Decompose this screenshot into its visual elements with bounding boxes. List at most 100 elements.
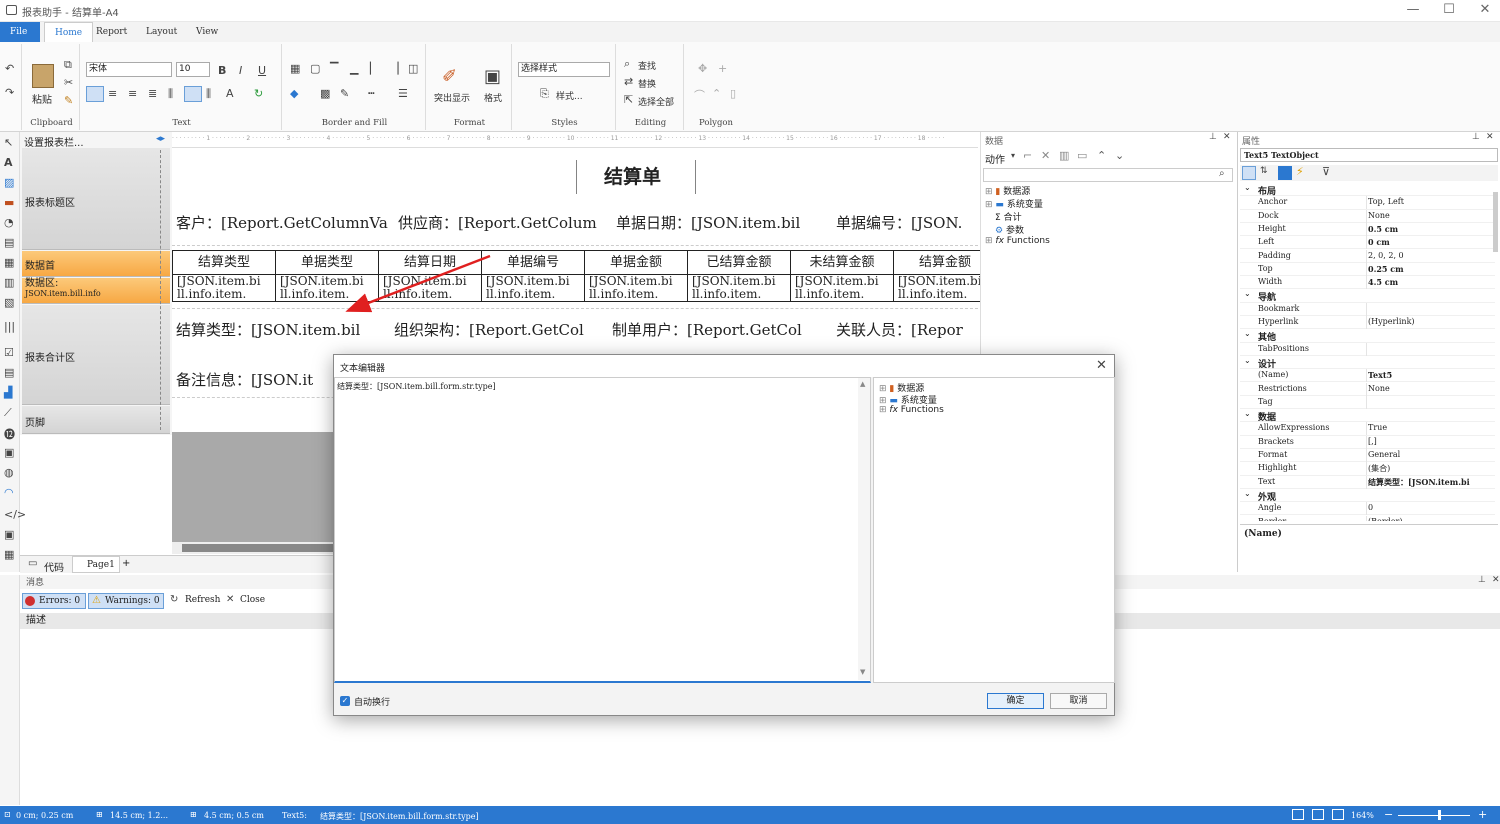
paste-icon[interactable] — [32, 64, 54, 88]
line-style-icon[interactable]: ┅ — [368, 87, 375, 100]
property-row[interactable]: Height 0.5 cm — [1240, 222, 1495, 237]
view-icon[interactable]: ▭ — [1077, 149, 1087, 162]
customer-field[interactable]: 客户：[Report.GetColumnVa — [176, 212, 392, 233]
table-data-cell[interactable]: [JSON.item.bi ll.info.item. — [172, 274, 276, 302]
property-row[interactable]: Width 4.5 cm — [1240, 276, 1495, 290]
property-category[interactable]: ⌄ 其他 — [1240, 329, 1495, 343]
property-value[interactable]: General — [1368, 450, 1492, 459]
style-select[interactable]: 选择样式 — [518, 62, 610, 77]
property-row[interactable]: Restrictions None — [1240, 382, 1495, 396]
expand-icon[interactable]: ⊞ — [985, 200, 993, 210]
property-value[interactable]: 0 — [1368, 503, 1492, 512]
property-row[interactable]: TabPositions — [1240, 342, 1495, 356]
expand-icon[interactable]: ⊞ — [985, 187, 993, 197]
border-right-icon[interactable]: ▕ — [390, 62, 398, 75]
line-color-icon[interactable]: ✎ — [340, 87, 349, 100]
property-scrollbar[interactable] — [1493, 192, 1498, 252]
fill-pattern-icon[interactable]: ▩ — [320, 87, 330, 100]
property-value[interactable]: (Border) — [1368, 517, 1492, 522]
property-value[interactable]: 4.5 cm — [1368, 277, 1492, 287]
table-header-cell[interactable]: 结算类型 — [172, 250, 276, 275]
chart-tool-icon[interactable]: ▟ — [4, 386, 12, 399]
expand-icon[interactable]: ⊞ — [985, 236, 993, 246]
props-pin-icon[interactable]: ⊥ — [1472, 132, 1480, 142]
data-close-icon[interactable]: ✕ — [1223, 132, 1231, 142]
band-collapse-icon[interactable]: ◂▸ — [156, 134, 165, 144]
search-icon[interactable]: ⌕ — [1219, 168, 1225, 179]
curve-icon[interactable]: ⌒ — [694, 87, 705, 103]
bold-button[interactable]: B — [218, 64, 226, 77]
property-row[interactable]: Left 0 cm — [1240, 236, 1495, 250]
picture-tool-icon[interactable]: ▨ — [4, 176, 14, 189]
org-field[interactable]: 组织架构：[Report.GetCol — [394, 319, 606, 340]
minimize-button[interactable]: — — [1398, 2, 1428, 17]
props-close-icon[interactable]: ✕ — [1486, 132, 1494, 142]
line-width-icon[interactable]: ☰ — [398, 87, 408, 100]
scrollbar-thumb[interactable] — [182, 544, 342, 552]
scroll-down-icon[interactable]: ▼ — [860, 668, 865, 676]
find-button[interactable]: 查找 — [638, 59, 656, 72]
highlight-button[interactable]: 突出显示 — [434, 91, 470, 104]
valign-bottom-icon[interactable]: ⫼ — [206, 87, 211, 101]
move-down-icon[interactable]: ⌄ — [1115, 149, 1124, 162]
table-tool-icon[interactable]: ▦ — [4, 256, 14, 269]
expression-editor[interactable]: 结算类型：[JSON.item.bill.form.str.type] ▲ ▼ — [334, 377, 871, 683]
select-all-icon[interactable]: ⇱ — [624, 93, 633, 106]
property-row[interactable]: Anchor Top, Left — [1240, 196, 1495, 210]
property-value[interactable]: 2, 0, 2, 0 — [1368, 251, 1492, 260]
size-select[interactable]: 10 — [176, 62, 210, 77]
property-value[interactable]: None — [1368, 211, 1492, 220]
bill-date-field[interactable]: 单据日期：[JSON.item.bil — [616, 212, 832, 233]
replace-button[interactable]: 替换 — [638, 77, 656, 90]
valign-top-icon[interactable]: ⫼ — [168, 87, 173, 101]
delete-icon[interactable]: ✕ — [1041, 149, 1050, 162]
property-row[interactable]: Format General — [1240, 449, 1495, 463]
cut-icon[interactable]: ✂ — [64, 76, 73, 89]
move-up-icon[interactable]: ⌃ — [1097, 149, 1106, 162]
action-menu[interactable]: 动作 — [985, 151, 1005, 166]
html-tool-icon[interactable]: </> — [4, 508, 26, 521]
creator-field[interactable]: 制单用户：[Report.GetCol — [612, 319, 832, 340]
dialog-close-icon[interactable]: ✕ — [1096, 358, 1107, 373]
property-row[interactable]: Border (Border) — [1240, 515, 1495, 522]
cancel-button[interactable]: 取消 — [1050, 693, 1107, 709]
table-header-cell[interactable]: 已结算金额 — [687, 250, 791, 275]
clear-icon[interactable]: ✕ — [226, 594, 234, 605]
gauge-tool-icon[interactable]: ◠ — [4, 486, 14, 499]
close-messages-button[interactable]: Close — [240, 595, 265, 605]
table-data-cell[interactable]: [JSON.item.bi ll.info.item. — [687, 274, 791, 302]
find-icon[interactable]: ⌕ — [624, 57, 630, 71]
editor-scrollbar[interactable]: ▲ ▼ — [858, 378, 870, 680]
property-value[interactable]: None — [1368, 384, 1492, 393]
zoom-in-icon[interactable]: + — [1478, 808, 1487, 821]
font-color-icon[interactable]: A — [226, 87, 234, 100]
sparkline-tool-icon[interactable]: ⟋ — [4, 406, 12, 420]
style-icon[interactable]: ⎘ — [540, 87, 549, 101]
properties-tab-icon[interactable] — [1278, 166, 1292, 180]
fit-width-icon[interactable] — [1292, 809, 1304, 820]
shape-tool-icon[interactable]: ◔ — [4, 216, 14, 229]
refresh-icon[interactable]: ↻ — [170, 594, 178, 605]
border-left-icon[interactable]: ▏ — [370, 62, 378, 75]
text-tool-icon[interactable]: A — [4, 156, 13, 169]
redo-icon[interactable]: ↷ — [5, 86, 14, 99]
property-value[interactable]: [,] — [1368, 437, 1492, 446]
tab-report[interactable]: Report — [86, 22, 137, 42]
ok-button[interactable]: 确定 — [987, 693, 1044, 709]
tab-file[interactable]: File — [0, 22, 40, 42]
scroll-up-icon[interactable]: ▲ — [860, 380, 865, 388]
property-row[interactable]: Dock None — [1240, 209, 1495, 223]
checkbox-tool-icon[interactable]: ☑ — [4, 346, 14, 359]
border-bottom-icon[interactable]: ▁ — [350, 62, 358, 75]
tree-item-params[interactable]: ⚙ 参数 — [985, 223, 1050, 236]
wrap-checkbox[interactable]: ✓ — [340, 696, 350, 706]
align-center-icon[interactable]: ≡ — [108, 87, 117, 100]
property-value[interactable]: 结算类型：[JSON.item.bi — [1368, 477, 1492, 488]
globe-tool-icon[interactable]: ◍ — [4, 466, 14, 479]
band-report-title[interactable]: 报表标题区 — [22, 148, 170, 250]
border-top-icon[interactable]: ▔ — [330, 62, 338, 75]
messages-pin-icon[interactable]: ⊥ — [1478, 575, 1486, 585]
property-row[interactable]: Padding 2, 0, 2, 0 — [1240, 249, 1495, 263]
property-row[interactable]: Brackets [,] — [1240, 435, 1495, 449]
band-footer[interactable]: 页脚 — [22, 406, 170, 434]
